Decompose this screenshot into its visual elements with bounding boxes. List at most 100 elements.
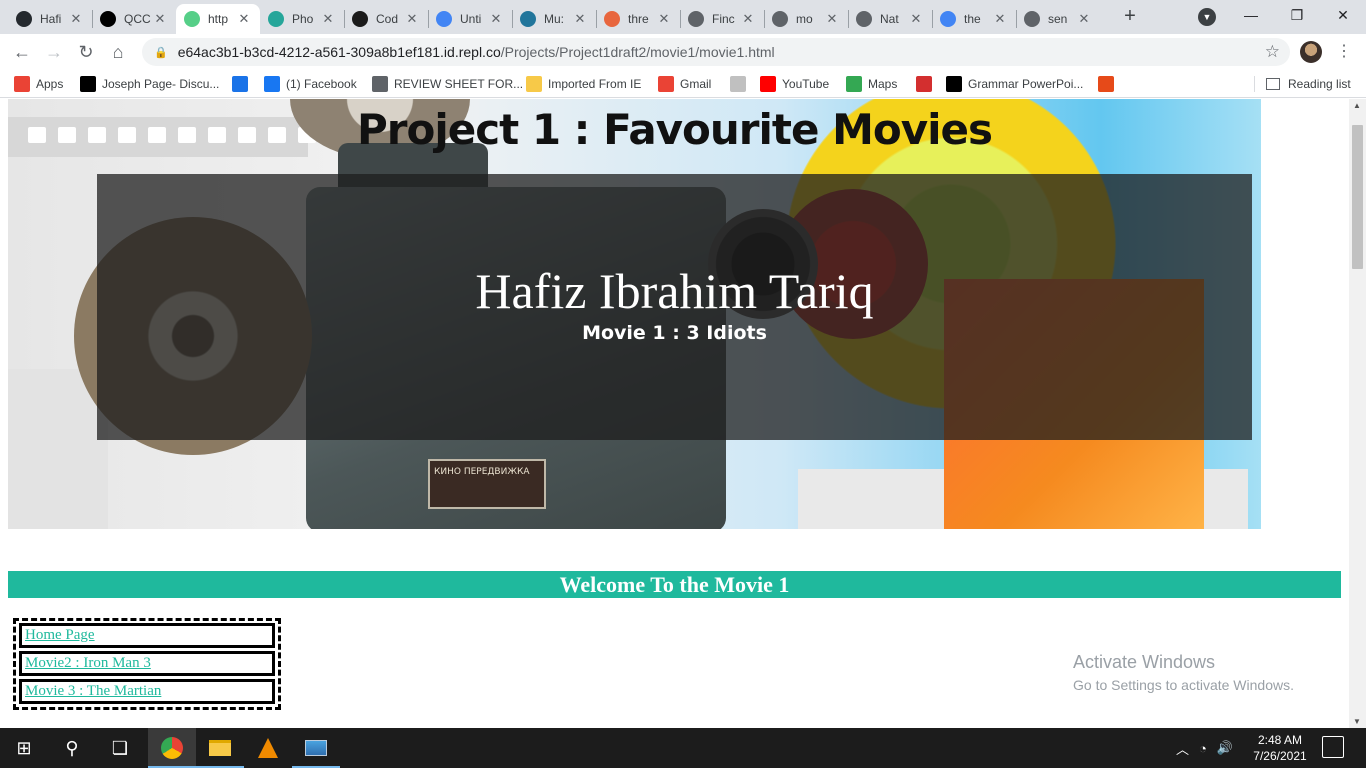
tab-7[interactable]: thre ✕ bbox=[596, 4, 680, 34]
tab-close-icon[interactable]: ✕ bbox=[824, 11, 840, 27]
m-icon bbox=[916, 76, 932, 92]
github-icon bbox=[16, 11, 32, 27]
bookmark-8[interactable]: YouTube bbox=[760, 74, 829, 94]
scroll-up-icon[interactable]: ▲ bbox=[1353, 101, 1361, 110]
tab-close-icon[interactable]: ✕ bbox=[656, 11, 672, 27]
bookmark-10[interactable] bbox=[916, 74, 938, 94]
nav-link-home[interactable]: Home Page bbox=[19, 623, 275, 648]
tab-0[interactable]: Hafi ✕ bbox=[8, 4, 92, 34]
network-icon[interactable]: ◔ bbox=[1199, 741, 1207, 756]
bookmark-star-icon[interactable]: ☆ bbox=[1265, 42, 1280, 62]
browser-menu-icon[interactable]: ⋮ bbox=[1336, 40, 1352, 64]
tab-10[interactable]: Nat ✕ bbox=[848, 4, 932, 34]
reload-button[interactable]: ↻ bbox=[74, 40, 98, 64]
bookmark-0[interactable]: Apps bbox=[14, 74, 63, 94]
system-tray: ︿ ◔ 🔊 bbox=[1176, 728, 1243, 768]
lock-icon[interactable]: 🔒 bbox=[154, 46, 168, 59]
bookmark-label: REVIEW SHEET FOR... bbox=[394, 77, 524, 91]
system-clock[interactable]: 2:48 AM 7/26/2021 bbox=[1245, 732, 1315, 764]
globe-icon bbox=[772, 11, 788, 27]
reading-list-button[interactable]: Reading list bbox=[1266, 74, 1351, 94]
globe-icon bbox=[856, 11, 872, 27]
vlc-icon[interactable] bbox=[244, 728, 292, 768]
nav-link-movie2[interactable]: Movie2 : Iron Man 3 bbox=[19, 651, 275, 676]
wordpress-icon bbox=[520, 11, 536, 27]
tab-title: Mu: bbox=[544, 12, 565, 26]
home-button[interactable]: ⌂ bbox=[106, 40, 130, 64]
tab-close-icon[interactable]: ✕ bbox=[740, 11, 756, 27]
bookmark-9[interactable]: Maps bbox=[846, 74, 897, 94]
tab-2[interactable]: http ✕ bbox=[176, 4, 260, 34]
file-explorer-icon[interactable] bbox=[196, 728, 244, 768]
notification-icon[interactable] bbox=[1322, 736, 1344, 758]
facebook-icon bbox=[264, 76, 280, 92]
tab-search-icon[interactable]: ▼ bbox=[1198, 8, 1216, 26]
tab-close-icon[interactable]: ✕ bbox=[488, 11, 504, 27]
tab-title: the bbox=[964, 12, 981, 26]
bookmark-5[interactable]: Imported From IE bbox=[526, 74, 641, 94]
bookmarks-bar: Apps Joseph Page- Discu... (1) Facebook REV… bbox=[0, 70, 1366, 98]
bookmark-7[interactable] bbox=[730, 74, 752, 94]
tab-12[interactable]: sen ✕ bbox=[1016, 4, 1100, 34]
back-button[interactable]: ← bbox=[10, 40, 34, 64]
tab-title: Finc bbox=[712, 12, 735, 26]
tab-close-icon[interactable]: ✕ bbox=[572, 11, 588, 27]
vertical-scrollbar[interactable]: ▲ ▼ bbox=[1349, 99, 1366, 728]
chrome-taskbar-icon[interactable] bbox=[148, 728, 196, 768]
photos-icon[interactable] bbox=[292, 728, 340, 768]
forward-button[interactable]: → bbox=[42, 40, 66, 64]
tab-1[interactable]: QCC ✕ bbox=[92, 4, 176, 34]
bookmark-3[interactable]: (1) Facebook bbox=[264, 74, 357, 94]
reading-list-label: Reading list bbox=[1288, 77, 1351, 91]
volume-icon[interactable]: 🔊 bbox=[1217, 740, 1233, 756]
start-button[interactable]: ⊞ bbox=[0, 728, 48, 768]
new-tab-button[interactable]: + bbox=[1118, 5, 1142, 29]
tab-close-icon[interactable]: ✕ bbox=[152, 11, 168, 27]
page-viewport: КИНО ПЕРЕДВИЖКА Project 1 : Favourite Mo… bbox=[0, 99, 1349, 728]
scroll-down-icon[interactable]: ▼ bbox=[1353, 717, 1361, 726]
tab-5[interactable]: Unti ✕ bbox=[428, 4, 512, 34]
tab-close-icon[interactable]: ✕ bbox=[68, 11, 84, 27]
globe-icon bbox=[372, 76, 388, 92]
folder-icon bbox=[526, 76, 542, 92]
bookmark-1[interactable]: Joseph Page- Discu... bbox=[80, 74, 219, 94]
author-name: Hafiz Ibrahim Tariq bbox=[475, 263, 874, 319]
tab-close-icon[interactable]: ✕ bbox=[908, 11, 924, 27]
maximize-button[interactable]: ❐ bbox=[1274, 4, 1320, 26]
address-bar[interactable]: 🔒 e64ac3b1-b3cd-4212-a561-309a8b1ef181.i… bbox=[142, 38, 1290, 66]
tab-close-icon[interactable]: ✕ bbox=[236, 11, 252, 27]
bookmark-6[interactable]: Gmail bbox=[658, 74, 711, 94]
profile-avatar[interactable] bbox=[1300, 41, 1322, 63]
tab-close-icon[interactable]: ✕ bbox=[992, 11, 1008, 27]
bookmark-12[interactable] bbox=[1098, 74, 1120, 94]
tab-title: Nat bbox=[880, 12, 899, 26]
gb-icon bbox=[946, 76, 962, 92]
tab-title: mo bbox=[796, 12, 813, 26]
tab-4[interactable]: Cod ✕ bbox=[344, 4, 428, 34]
search-icon[interactable]: ⚲ bbox=[48, 728, 96, 768]
activate-windows-watermark: Activate Windows Go to Settings to activ… bbox=[1073, 652, 1294, 693]
tray-chevron-icon[interactable]: ︿ bbox=[1176, 739, 1189, 758]
movie-subtitle: Movie 1 : 3 Idiots bbox=[582, 322, 767, 344]
scrollbar-thumb[interactable] bbox=[1352, 125, 1363, 269]
clock-time: 2:48 AM bbox=[1257, 733, 1303, 747]
task-view-icon[interactable]: ❏ bbox=[96, 728, 144, 768]
tab-3[interactable]: Pho ✕ bbox=[260, 4, 344, 34]
url-host: e64ac3b1-b3cd-4212-a561-309a8b1ef181.id.… bbox=[177, 44, 501, 60]
tab-9[interactable]: mo ✕ bbox=[764, 4, 848, 34]
tab-11[interactable]: the ✕ bbox=[932, 4, 1016, 34]
tab-8[interactable]: Finc ✕ bbox=[680, 4, 764, 34]
bookmark-4[interactable]: REVIEW SHEET FOR... bbox=[372, 74, 523, 94]
tab-close-icon[interactable]: ✕ bbox=[320, 11, 336, 27]
nav-link-movie3[interactable]: Movie 3 : The Martian bbox=[19, 679, 275, 704]
bookmark-2[interactable] bbox=[232, 74, 254, 94]
bookmark-11[interactable]: Grammar PowerPoi... bbox=[946, 74, 1083, 94]
minimize-button[interactable]: — bbox=[1228, 4, 1274, 26]
hero-banner: КИНО ПЕРЕДВИЖКА Project 1 : Favourite Mo… bbox=[8, 99, 1341, 529]
tab-close-icon[interactable]: ✕ bbox=[404, 11, 420, 27]
projector-label: КИНО ПЕРЕДВИЖКА bbox=[428, 459, 546, 509]
q-icon bbox=[100, 11, 116, 27]
tab-6[interactable]: Mu: ✕ bbox=[512, 4, 596, 34]
close-window-button[interactable]: ✕ bbox=[1320, 4, 1366, 26]
tab-close-icon[interactable]: ✕ bbox=[1076, 11, 1092, 27]
